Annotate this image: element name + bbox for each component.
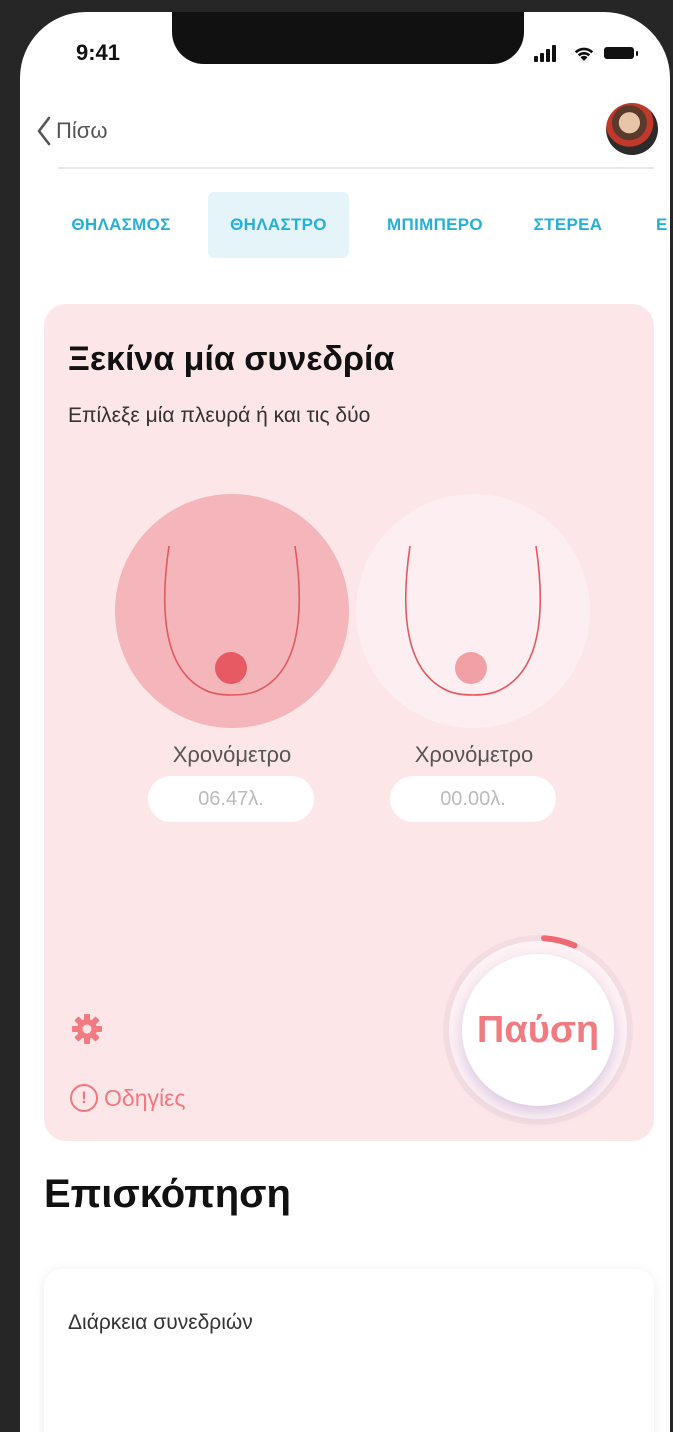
right-timer-label: Χρονόμετρο — [414, 742, 534, 767]
session-title: Ξεκίνα μία συνεδρία — [68, 340, 395, 378]
tab-bar: ΘΗΛΑΣΜΟΣ ΘΗΛΑΣΤΡΟ ΜΠΙΜΠΕΡΟ ΣΤΕΡΕΑ Ε — [20, 192, 670, 258]
tab-breastfeeding[interactable]: ΘΗΛΑΣΜΟΣ — [48, 192, 194, 258]
wifi-icon — [574, 47, 594, 61]
session-card: Ξεκίνα μία συνεδρία Επίλεξε μία πλευρά ή… — [44, 304, 654, 1141]
instructions-label: Οδηγίες — [104, 1084, 186, 1111]
pause-button[interactable]: Παύση — [462, 954, 614, 1106]
left-timer-label: Χρονόμετρο — [172, 742, 292, 767]
pause-control: Παύση — [440, 932, 636, 1128]
avatar[interactable] — [606, 103, 658, 155]
session-duration-card[interactable]: Διάρκεια συνεδριών — [44, 1269, 654, 1432]
session-duration-label: Διάρκεια συνεδριών — [68, 1311, 253, 1334]
chevron-left-icon — [37, 116, 51, 146]
phone-screen: 9:41 Πίσω ΘΗΛΑΣΜΟΣ ΘΗΛΑΣΤΡΟ ΜΠΙΜΠΕΡΟ ΣΤΕ… — [20, 12, 670, 1432]
tab-solids[interactable]: ΣΤΕΡΕΑ — [518, 192, 618, 258]
session-subtitle: Επίλεξε μία πλευρά ή και τις δύο — [68, 404, 371, 427]
status-time: 9:41 — [76, 40, 121, 65]
header-divider — [58, 167, 654, 169]
back-button[interactable]: Πίσω — [36, 116, 108, 146]
left-side-button[interactable] — [115, 494, 349, 728]
instructions-link[interactable]: ! Οδηγίες — [70, 1084, 185, 1112]
back-label: Πίσω — [56, 118, 108, 143]
info-icon: ! — [70, 1084, 98, 1112]
status-icons — [534, 44, 654, 62]
right-side-button[interactable] — [356, 494, 590, 728]
battery-icon — [604, 47, 638, 59]
tab-more[interactable]: Ε — [656, 192, 670, 258]
overview-title: Επισκόπηση — [44, 1172, 291, 1216]
breast-icon — [404, 545, 542, 696]
gear-icon[interactable] — [70, 1012, 104, 1046]
tab-breast-pump[interactable]: ΘΗΛΑΣΤΡΟ — [208, 192, 349, 258]
tab-bottle[interactable]: ΜΠΙΜΠΕΡΟ — [370, 192, 500, 258]
notch — [172, 12, 524, 64]
right-timer-value: 00.00λ. — [390, 776, 556, 822]
breast-icon — [163, 545, 301, 696]
left-timer-value: 06.47λ. — [148, 776, 314, 822]
